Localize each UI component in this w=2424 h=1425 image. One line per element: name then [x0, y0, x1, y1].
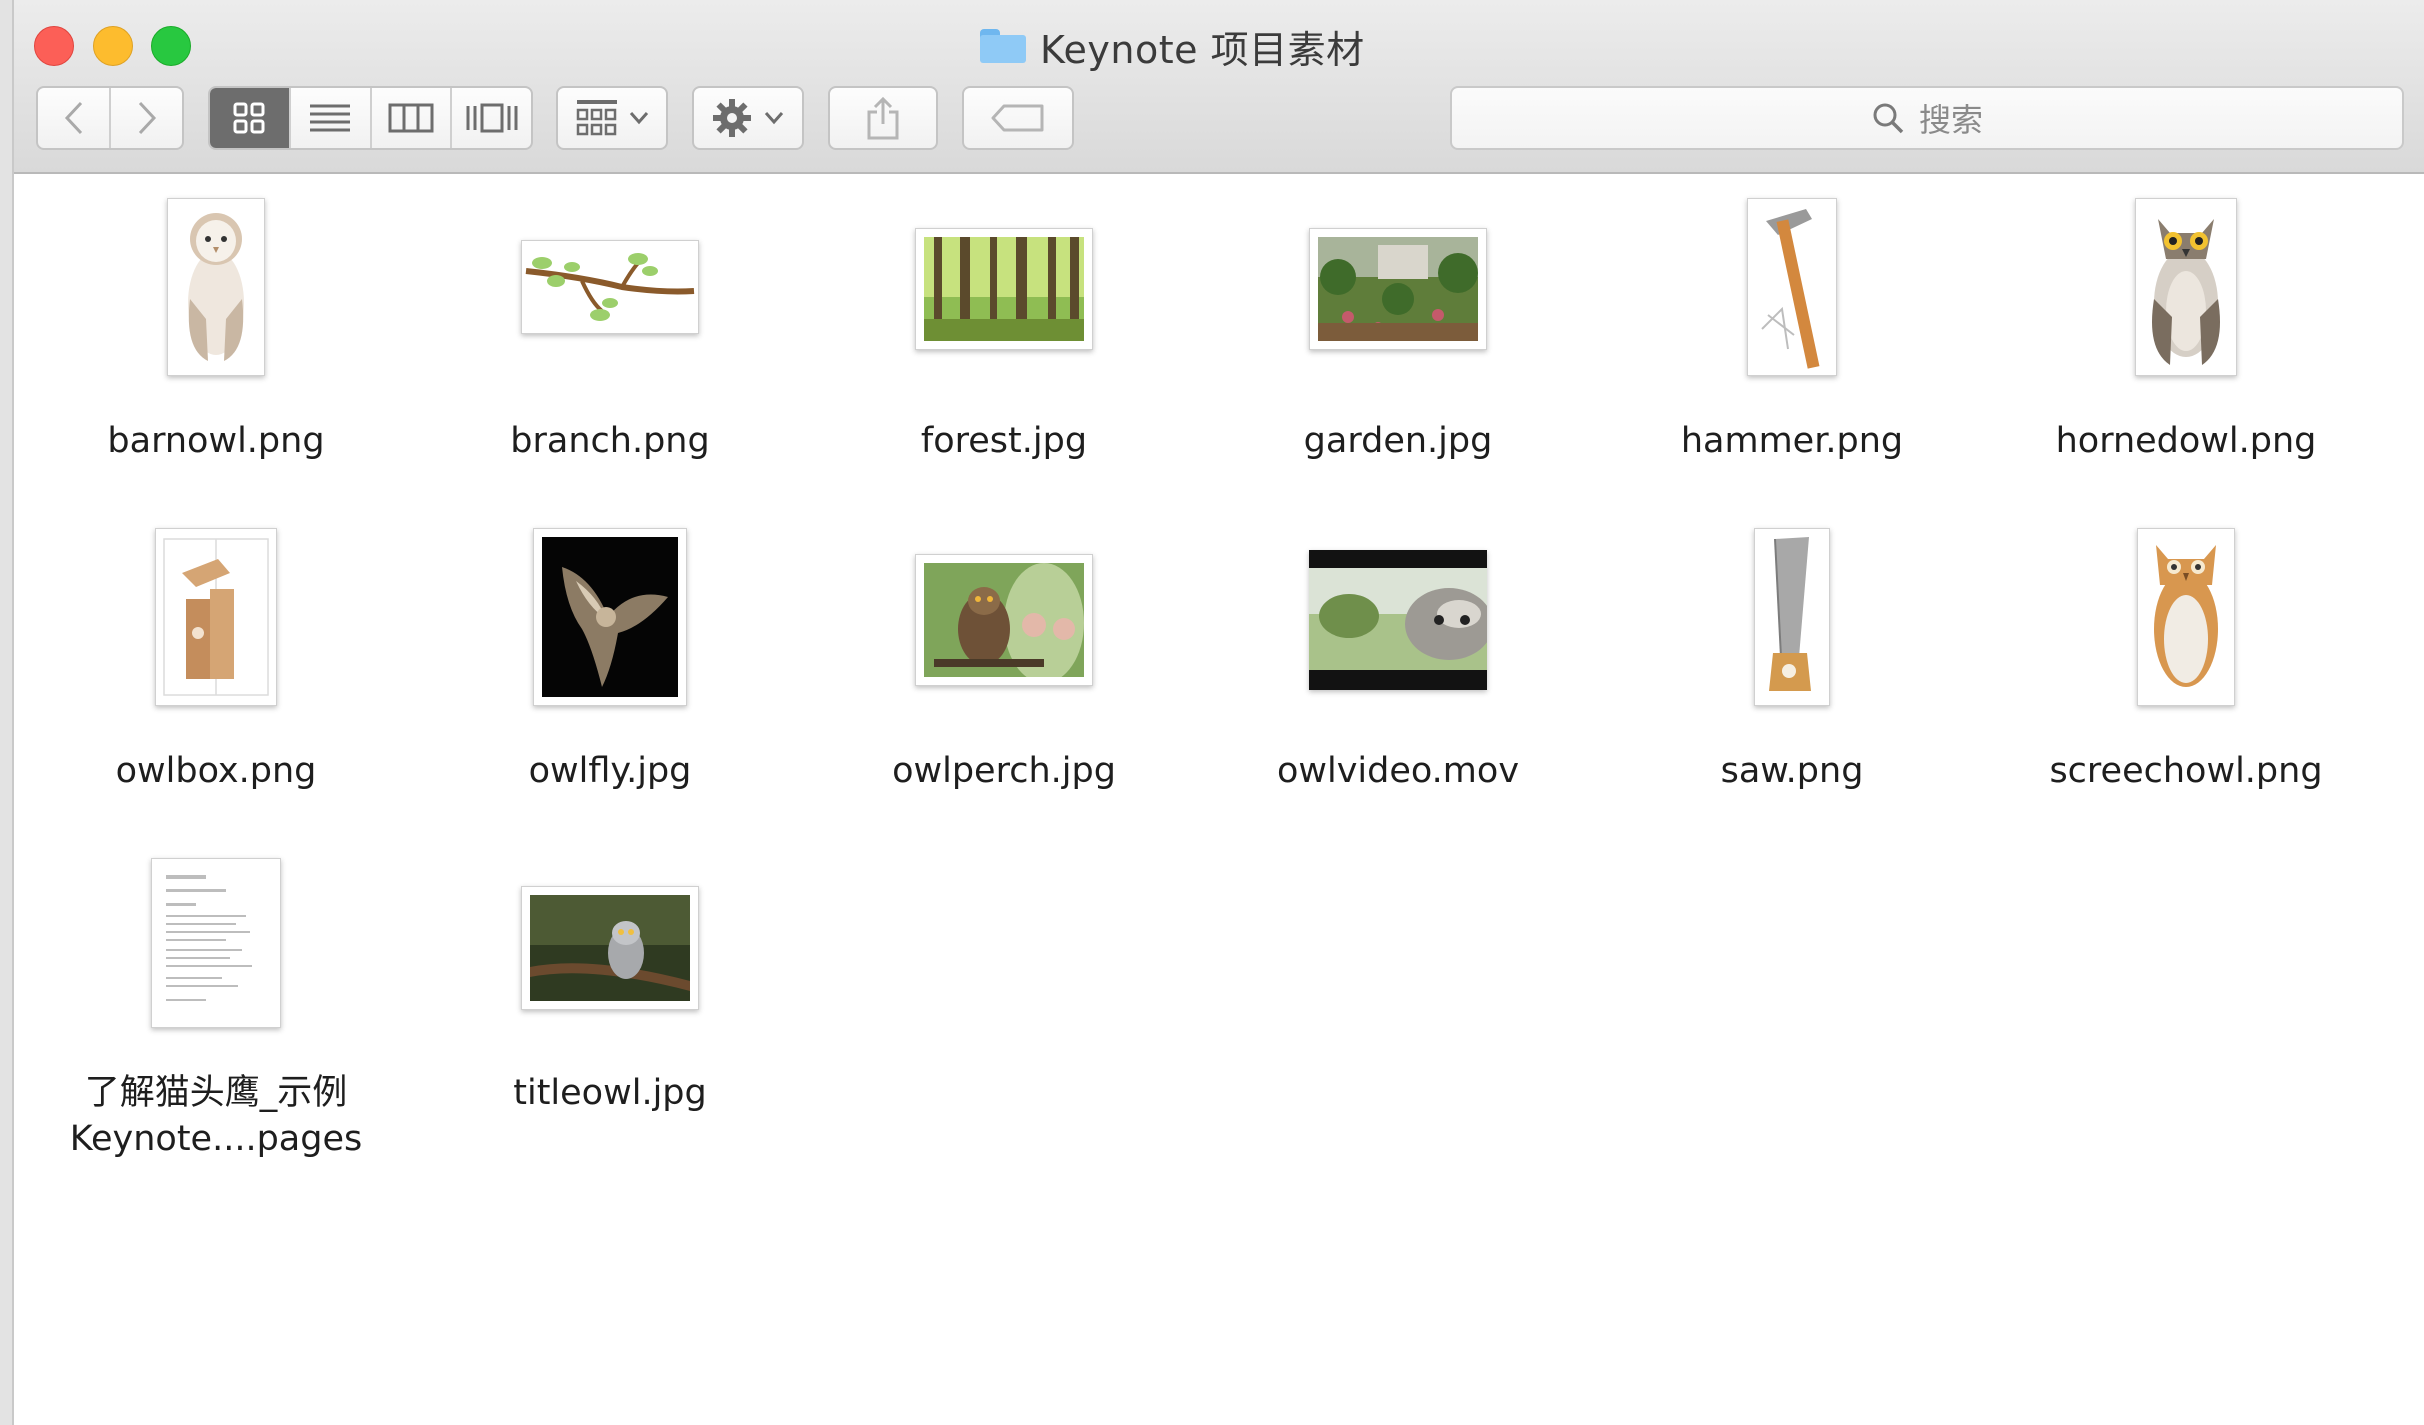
file-grid: barnowl.png branch.png forest.jpg garden…	[12, 174, 2424, 1425]
thumbnail-branch	[521, 240, 699, 334]
arrange-grid-icon	[576, 100, 617, 136]
thumbnail-titleowl	[521, 886, 699, 1010]
icon-view-button[interactable]	[210, 88, 291, 148]
thumbnail-owlperch	[915, 554, 1093, 686]
arrange-button[interactable]	[556, 86, 668, 150]
navigation-buttons	[36, 86, 184, 150]
tag-button[interactable]	[962, 86, 1074, 150]
file-name: hornedowl.png	[2055, 421, 2317, 461]
tag-icon	[991, 104, 1044, 132]
finder-window: Keynote 项目素材 搜索 barnowl.png branch.png f…	[0, 0, 2424, 1425]
thumbnail-owlvideo	[1309, 550, 1487, 690]
file-item-garden[interactable]: garden.jpg	[1248, 198, 1548, 498]
file-item-barnowl[interactable]: barnowl.png	[66, 198, 366, 498]
file-name: garden.jpg	[1303, 421, 1493, 461]
share-button[interactable]	[828, 86, 938, 150]
file-name: owlfly.jpg	[528, 751, 692, 791]
list-view-button[interactable]	[291, 88, 372, 148]
file-item-screechowl[interactable]: screechowl.png	[2036, 528, 2336, 828]
file-name: titleowl.jpg	[513, 1073, 707, 1113]
file-name: screechowl.png	[2049, 751, 2323, 791]
window-title-text: Keynote 项目素材	[1040, 27, 1365, 72]
file-name: barnowl.png	[107, 421, 325, 461]
close-button[interactable]	[34, 26, 74, 66]
file-item-saw[interactable]: saw.png	[1642, 528, 1942, 828]
forward-button[interactable]	[111, 88, 182, 148]
gear-icon	[713, 99, 751, 137]
chevron-down-icon	[764, 112, 784, 125]
file-name: owlvideo.mov	[1276, 751, 1520, 791]
file-item-owlperch[interactable]: owlperch.jpg	[854, 528, 1154, 828]
thumbnail-hammer	[1747, 198, 1837, 376]
back-button[interactable]	[38, 88, 111, 148]
action-button[interactable]	[692, 86, 804, 150]
file-item-hornedowl[interactable]: hornedowl.png	[2036, 198, 2336, 498]
file-name: branch.png	[510, 421, 710, 461]
file-item-hammer[interactable]: hammer.png	[1642, 198, 1942, 498]
list-view-icon	[310, 104, 351, 132]
folder-icon	[980, 29, 1026, 63]
file-name: owlperch.jpg	[892, 751, 1116, 791]
thumbnail-hornedowl	[2135, 198, 2237, 376]
search-icon	[1873, 103, 1904, 134]
file-name: forest.jpg	[920, 421, 1088, 461]
cover-flow-icon	[466, 103, 518, 133]
file-name: hammer.png	[1680, 421, 1904, 461]
file-item-pages-document[interactable]: 了解猫头鹰_示例 Keynote....pages	[66, 858, 366, 1178]
file-item-forest[interactable]: forest.jpg	[854, 198, 1154, 498]
thumbnail-owlfly	[533, 528, 687, 706]
thumbnail-owlbox	[155, 528, 277, 706]
chevron-down-icon	[629, 112, 649, 125]
toolbar: Keynote 项目素材 搜索	[0, 0, 2424, 174]
file-name: saw.png	[1720, 751, 1864, 791]
file-item-owlbox[interactable]: owlbox.png	[66, 528, 366, 828]
thumbnail-barnowl	[167, 198, 265, 376]
thumbnail-saw	[1754, 528, 1830, 706]
window-left-edge	[0, 0, 14, 1425]
chevron-right-icon	[138, 101, 156, 135]
file-item-owlfly[interactable]: owlfly.jpg	[460, 528, 760, 828]
file-item-branch[interactable]: branch.png	[460, 198, 760, 498]
file-item-titleowl[interactable]: titleowl.jpg	[460, 858, 760, 1158]
file-item-owlvideo[interactable]: owlvideo.mov	[1248, 528, 1548, 828]
file-name: owlbox.png	[115, 751, 317, 791]
column-view-icon	[388, 103, 434, 133]
icon-view-icon	[233, 102, 265, 134]
thumbnail-forest	[915, 228, 1093, 350]
zoom-button[interactable]	[151, 26, 191, 66]
chevron-left-icon	[64, 101, 82, 135]
thumbnail-screechowl	[2137, 528, 2235, 706]
share-icon	[867, 96, 899, 140]
column-view-button[interactable]	[372, 88, 453, 148]
search-field[interactable]: 搜索	[1450, 86, 2404, 150]
thumbnail-pages-document	[151, 858, 281, 1028]
cover-flow-view-button[interactable]	[452, 88, 531, 148]
file-name-line2: Keynote....pages	[69, 1119, 363, 1159]
search-placeholder: 搜索	[1918, 101, 1983, 139]
thumbnail-garden	[1309, 228, 1487, 350]
file-name-line1: 了解猫头鹰_示例	[84, 1073, 348, 1113]
minimize-button[interactable]	[93, 26, 133, 66]
window-title: Keynote 项目素材	[980, 16, 1365, 76]
view-mode-selector	[208, 86, 533, 150]
